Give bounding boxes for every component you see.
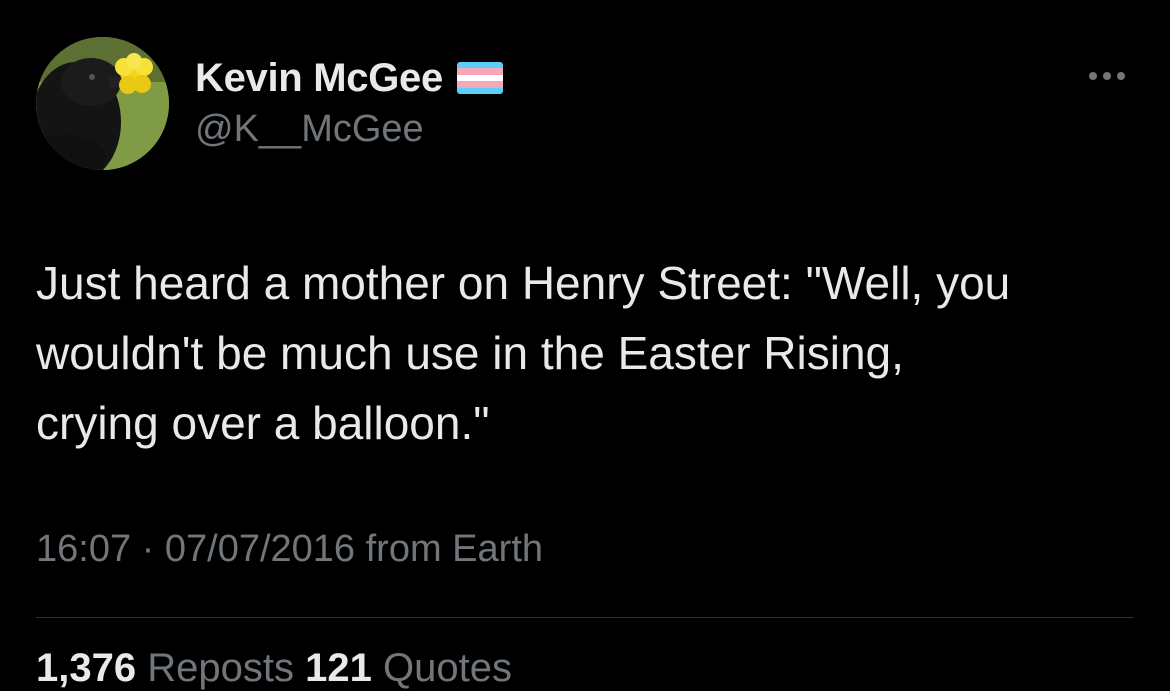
tweet-meta: 16:07 · 07/07/2016 from Earth bbox=[36, 528, 543, 571]
quotes-stat[interactable]: 121 Quotes bbox=[305, 646, 512, 690]
tweet-text-line: crying over a balloon." bbox=[36, 397, 490, 449]
quotes-count: 121 bbox=[305, 646, 372, 690]
author-row: Kevin McGee bbox=[195, 54, 503, 102]
tweet-source: from Earth bbox=[365, 528, 544, 570]
avatar[interactable] bbox=[36, 37, 169, 170]
quotes-label: Quotes bbox=[382, 646, 512, 690]
tweet-text-line: wouldn't be much use in the Easter Risin… bbox=[36, 327, 904, 379]
tweet-date[interactable]: 07/07/2016 bbox=[165, 528, 355, 570]
display-name[interactable]: Kevin McGee bbox=[195, 56, 443, 101]
crow-with-flower-avatar bbox=[36, 37, 169, 170]
user-handle[interactable]: @K__McGee bbox=[195, 108, 424, 151]
reposts-label: Reposts bbox=[147, 646, 294, 690]
engagement-stats: 1,376 Reposts 121 Quotes bbox=[36, 646, 512, 691]
more-options-icon[interactable] bbox=[1084, 66, 1130, 86]
transgender-flag-icon bbox=[456, 62, 503, 94]
tweet-text-line: Just heard a mother on Henry Street: "We… bbox=[36, 257, 1011, 309]
meta-separator: · bbox=[141, 528, 155, 570]
divider bbox=[36, 617, 1134, 618]
tweet-time[interactable]: 16:07 bbox=[36, 528, 131, 570]
reposts-count: 1,376 bbox=[36, 646, 137, 690]
reposts-stat[interactable]: 1,376 Reposts bbox=[36, 646, 305, 690]
tweet-detail: Kevin McGee @K__McGee Just heard a mothe… bbox=[0, 0, 1170, 690]
flower-icon bbox=[115, 53, 153, 94]
tweet-text: Just heard a mother on Henry Street: "We… bbox=[36, 248, 1136, 458]
